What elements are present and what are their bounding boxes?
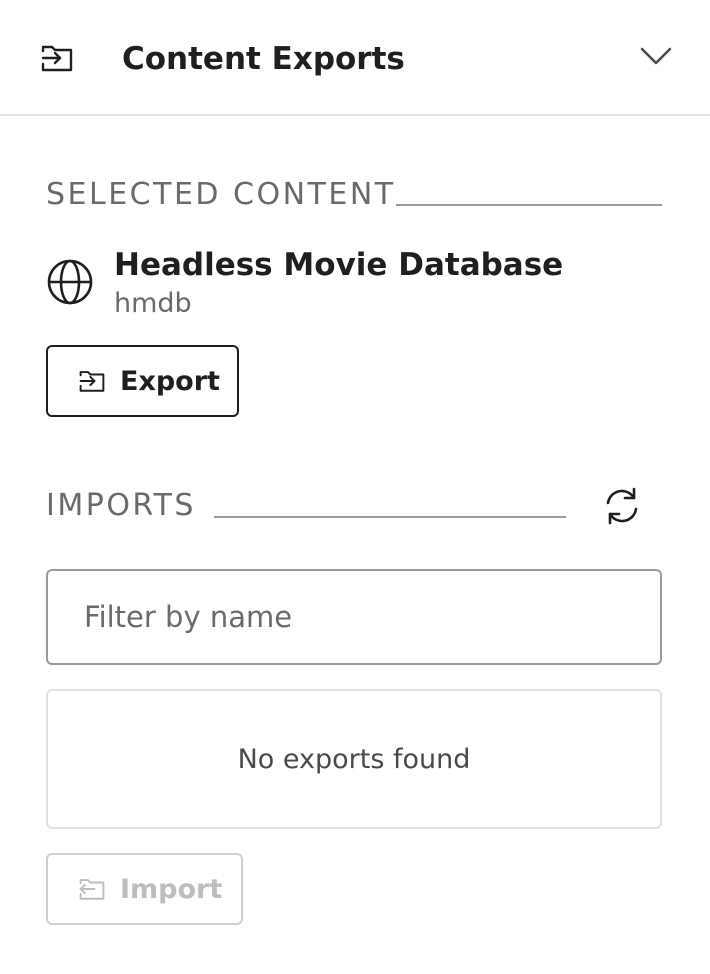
imports-heading: IMPORTS xyxy=(46,488,196,523)
export-button-label: Export xyxy=(120,365,220,397)
refresh-icon[interactable] xyxy=(600,484,644,528)
import-button-label: Import xyxy=(120,873,223,905)
import-button[interactable]: Import xyxy=(46,853,243,925)
globe-icon xyxy=(46,258,94,306)
exports-list: No exports found xyxy=(46,689,662,829)
filter-by-name-input[interactable] xyxy=(46,569,662,665)
content-id: hmdb xyxy=(114,288,192,319)
panel-header[interactable]: Content Exports xyxy=(0,0,710,116)
imports-divider xyxy=(214,516,566,518)
empty-state-message: No exports found xyxy=(237,743,471,775)
import-icon xyxy=(79,879,105,900)
content-exports-panel: Content Exports SELECTED CONTENT Headles… xyxy=(0,0,710,974)
chevron-down-icon[interactable] xyxy=(636,40,676,74)
export-icon xyxy=(40,42,74,74)
panel-title: Content Exports xyxy=(122,41,405,77)
export-button[interactable]: Export xyxy=(46,345,239,417)
export-icon xyxy=(79,371,105,392)
selected-content-heading: SELECTED CONTENT xyxy=(46,177,396,212)
content-name: Headless Movie Database xyxy=(114,247,564,283)
selected-content-divider xyxy=(396,204,662,206)
